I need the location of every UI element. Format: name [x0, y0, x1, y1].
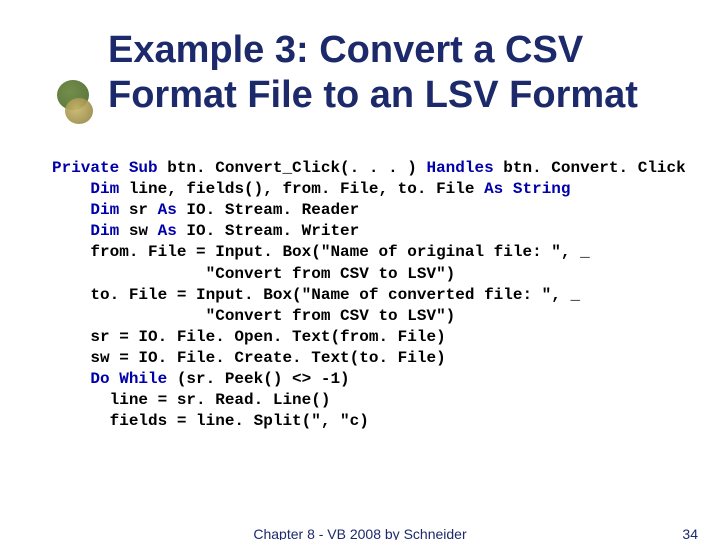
page-number: 34 — [682, 526, 698, 540]
footer-center: Chapter 8 - VB 2008 by Schneider — [0, 526, 720, 540]
code-text: IO. Stream. Reader — [177, 201, 359, 219]
code-text: line, fields(), from. File, to. File — [119, 180, 484, 198]
code-text: sr — [119, 201, 157, 219]
code-text — [52, 370, 90, 388]
code-text — [52, 222, 90, 240]
keyword: As String — [484, 180, 570, 198]
code-text: IO. Stream. Writer — [177, 222, 359, 240]
slide-title: Example 3: Convert a CSV Format File to … — [108, 28, 668, 118]
code-text: from. File = Input. Box("Name of origina… — [52, 243, 590, 261]
keyword: Handles — [426, 159, 493, 177]
keyword: Dim — [90, 222, 119, 240]
keyword: Do While — [90, 370, 167, 388]
code-text: "Convert from CSV to LSV") — [52, 307, 455, 325]
code-text — [52, 180, 90, 198]
code-text: sw — [119, 222, 157, 240]
keyword: Private Sub — [52, 159, 158, 177]
code-text: btn. Convert_Click(. . . ) — [158, 159, 427, 177]
keyword: Dim — [90, 180, 119, 198]
code-text: sr = IO. File. Open. Text(from. File) — [52, 328, 446, 346]
keyword: As — [158, 222, 177, 240]
code-text — [52, 201, 90, 219]
code-text: line = sr. Read. Line() — [52, 391, 330, 409]
keyword: As — [158, 201, 177, 219]
code-block: Private Sub btn. Convert_Click(. . . ) H… — [52, 158, 686, 432]
code-text: to. File = Input. Box("Name of converted… — [52, 286, 580, 304]
code-text: "Convert from CSV to LSV") — [52, 265, 455, 283]
keyword: Dim — [90, 201, 119, 219]
code-text: fields = line. Split(", "c) — [52, 412, 369, 430]
decorative-bullet-icon — [55, 80, 101, 126]
code-text: btn. Convert. Click — [494, 159, 686, 177]
code-text: sw = IO. File. Create. Text(to. File) — [52, 349, 446, 367]
code-text: (sr. Peek() <> -1) — [167, 370, 349, 388]
